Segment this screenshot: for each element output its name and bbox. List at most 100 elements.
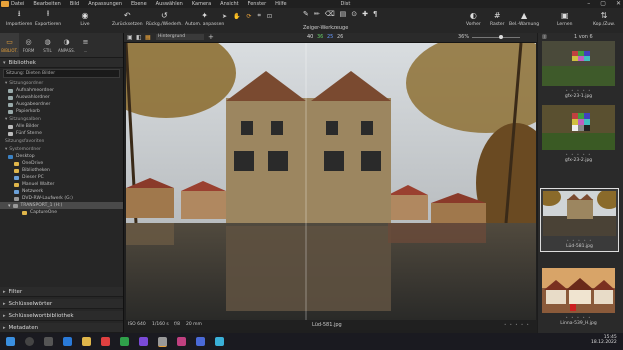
menu-datei[interactable]: Datei [11, 1, 24, 7]
system-clock[interactable]: 15:45 18.12.2022 [591, 335, 617, 345]
thumbnail-stars[interactable]: • • • • • [543, 238, 616, 243]
menu-kamera[interactable]: Kamera [192, 1, 211, 7]
thumbnail[interactable]: • • • • • gfx-23-2.jpg [542, 105, 615, 163]
library-section-header[interactable]: ▾ Bibliothek [0, 58, 123, 68]
metadata-section-header[interactable]: ▸ Metadaten [0, 323, 123, 333]
session-folders-header[interactable]: ▾ Sitzungsordner [0, 79, 123, 87]
system-network[interactable]: Netzwerk [0, 188, 123, 195]
task-view-icon[interactable] [44, 337, 53, 346]
reset-button[interactable]: ↺ Rückg./Wiederh. [146, 10, 183, 28]
close-icon[interactable]: ✕ [616, 0, 621, 7]
menu-bearbeiten[interactable]: Bearbeiten [33, 1, 60, 7]
session-albums-header[interactable]: ▾ Sitzungsalben [0, 115, 123, 123]
pan-tool-icon[interactable]: ✋ [233, 13, 240, 20]
thumbnail-stars[interactable]: • • • • • [542, 315, 615, 320]
undo-button[interactable]: ↶ Zurücksetzen [112, 10, 143, 28]
text-tool-icon[interactable]: ¶ [373, 10, 377, 18]
maximize-icon[interactable]: ▢ [600, 0, 606, 7]
start-icon[interactable] [6, 337, 15, 346]
layer-type-icon[interactable]: ▦ [145, 34, 151, 41]
compare-button[interactable]: ◐ Vorher [466, 10, 481, 28]
keywords-section-header[interactable]: ▸ Schlüsselwörter [0, 299, 123, 309]
iso-value: ISO 640 [128, 322, 146, 327]
keywords-section-title: Schlüsselwörter [8, 300, 53, 307]
session-favorites-header[interactable]: Sitzungsfavoriten [0, 137, 123, 145]
mask-icon[interactable]: ◧ [136, 34, 142, 41]
zoom-slider-handle[interactable] [499, 35, 503, 39]
thumbnail-selected[interactable]: • • • • • Lüd-581.jpg [537, 188, 621, 252]
tab-library[interactable]: ▭ BIBLIOT. [0, 33, 19, 57]
rotate-tool-icon[interactable]: ⟳ [247, 13, 252, 20]
system-captureone-folder[interactable]: CaptureOne [0, 209, 123, 216]
menu-auswaehlen[interactable]: Auswählen [156, 1, 183, 7]
layer-select[interactable]: Hintergrund [156, 34, 204, 40]
learn-button[interactable]: ▣ Lernen [557, 10, 572, 28]
thumbnail[interactable]: • • • • • gfx-23-1.jpg [542, 41, 615, 99]
captureone-taskbar-icon[interactable] [158, 337, 167, 347]
explorer-icon[interactable] [82, 337, 91, 346]
keyword-library-section-header[interactable]: ▸ Schlüsselwortbibliothek [0, 311, 123, 321]
keystone-tool-icon[interactable]: ⊡ [267, 13, 272, 20]
minimize-icon[interactable]: – [587, 0, 590, 7]
system-desktop[interactable]: Desktop [0, 153, 123, 160]
album-five-stars[interactable]: Fünf Sterne [0, 130, 123, 137]
layers-icon[interactable]: ▣ [127, 34, 133, 41]
gradient-tool-icon[interactable]: ▤ [340, 10, 347, 18]
search-icon[interactable] [25, 337, 34, 346]
app-icon[interactable] [120, 337, 129, 346]
exposure-warning-button[interactable]: ▲ Bel.-Warnung [509, 10, 539, 28]
edge-icon[interactable] [63, 337, 72, 346]
app-icon[interactable] [177, 337, 186, 346]
folder-output[interactable]: Ausgabeordner [0, 101, 123, 108]
tab-adjust[interactable]: ◑ ANPASS. [57, 33, 76, 57]
grid-button[interactable]: # Raster [490, 10, 505, 28]
live-button[interactable]: ◉ Live [80, 10, 90, 28]
folder-trash[interactable]: Papierkorb [0, 108, 123, 115]
menu-anpassungen[interactable]: Anpassungen [88, 1, 122, 7]
zoom-slider[interactable] [472, 37, 520, 38]
heal-tool-icon[interactable]: ✚ [362, 10, 368, 18]
menu-ansicht[interactable]: Ansicht [220, 1, 238, 7]
app-icon[interactable] [139, 337, 148, 346]
filter-section-header[interactable]: ▸ Filter [0, 287, 123, 297]
crop-tool-icon[interactable]: ⌗ [258, 12, 261, 20]
thumbnail[interactable]: • • • • • Linna-539_H.jpg [542, 268, 615, 326]
arrow-tool-icon[interactable]: ➤ [222, 13, 227, 20]
cursor-tools: ✎ ✏ ⌫ ▤ ⊙ ✚ ¶ [303, 10, 378, 18]
system-folders-header[interactable]: ▾ Systemordner [0, 145, 123, 153]
pen-tool-icon[interactable]: ✎ [303, 10, 309, 18]
system-libraries[interactable]: Bibliotheken [0, 167, 123, 174]
tab-format[interactable]: ◎ FORM [19, 33, 38, 57]
brush-tool-icon[interactable]: ✏ [314, 10, 320, 18]
mail-icon[interactable] [101, 337, 110, 346]
eraser-tool-icon[interactable]: ⌫ [325, 10, 335, 18]
tab-style[interactable]: ◍ STIL [38, 33, 57, 57]
system-onedrive[interactable]: OneDrive [0, 160, 123, 167]
menu-hilfe[interactable]: Hilfe [275, 1, 286, 7]
browser-view-icon[interactable]: ▥ [542, 34, 547, 40]
picker-tool-icon[interactable]: ⊙ [351, 10, 357, 18]
system-user[interactable]: Manuel Walter [0, 181, 123, 188]
folder-selects[interactable]: Auswahlordner [0, 94, 123, 101]
thumbnail-stars[interactable]: • • • • • [542, 88, 615, 93]
thumbnail-stars[interactable]: • • • • • [542, 152, 615, 157]
tab-more[interactable]: ≡... [76, 33, 95, 57]
system-this-pc[interactable]: Dieser PC [0, 174, 123, 181]
auto-adjust-button[interactable]: ✦ Autom. anpassen [185, 10, 224, 28]
copy-apply-button[interactable]: ⇅ Kop./Zuw. [593, 10, 615, 28]
session-filter-select[interactable]: Sitzung: Dieten Bilder [3, 69, 120, 78]
rating-stars[interactable]: • • • • • [504, 322, 530, 327]
system-transport-drive[interactable]: ▾ TRANSPORT_1 (H:) [0, 202, 123, 209]
menu-bild[interactable]: Bild [70, 1, 79, 7]
menu-fenster[interactable]: Fenster [248, 1, 267, 7]
app-icon[interactable] [196, 337, 205, 346]
export-button[interactable]: ⭱ Exportieren [35, 9, 61, 27]
window-title: Dist [340, 1, 351, 7]
album-all-images[interactable]: Alle Bilder [0, 123, 123, 130]
add-layer-icon[interactable]: + [208, 33, 214, 41]
import-button[interactable]: ⭳ Importieren [6, 9, 32, 27]
system-dvd-drive[interactable]: DVD-RW-Laufwerk (G:) [0, 195, 123, 202]
folder-capture[interactable]: Aufnahmeordner [0, 87, 123, 94]
menu-ebene[interactable]: Ebene [131, 1, 147, 7]
app-icon[interactable] [215, 337, 224, 346]
